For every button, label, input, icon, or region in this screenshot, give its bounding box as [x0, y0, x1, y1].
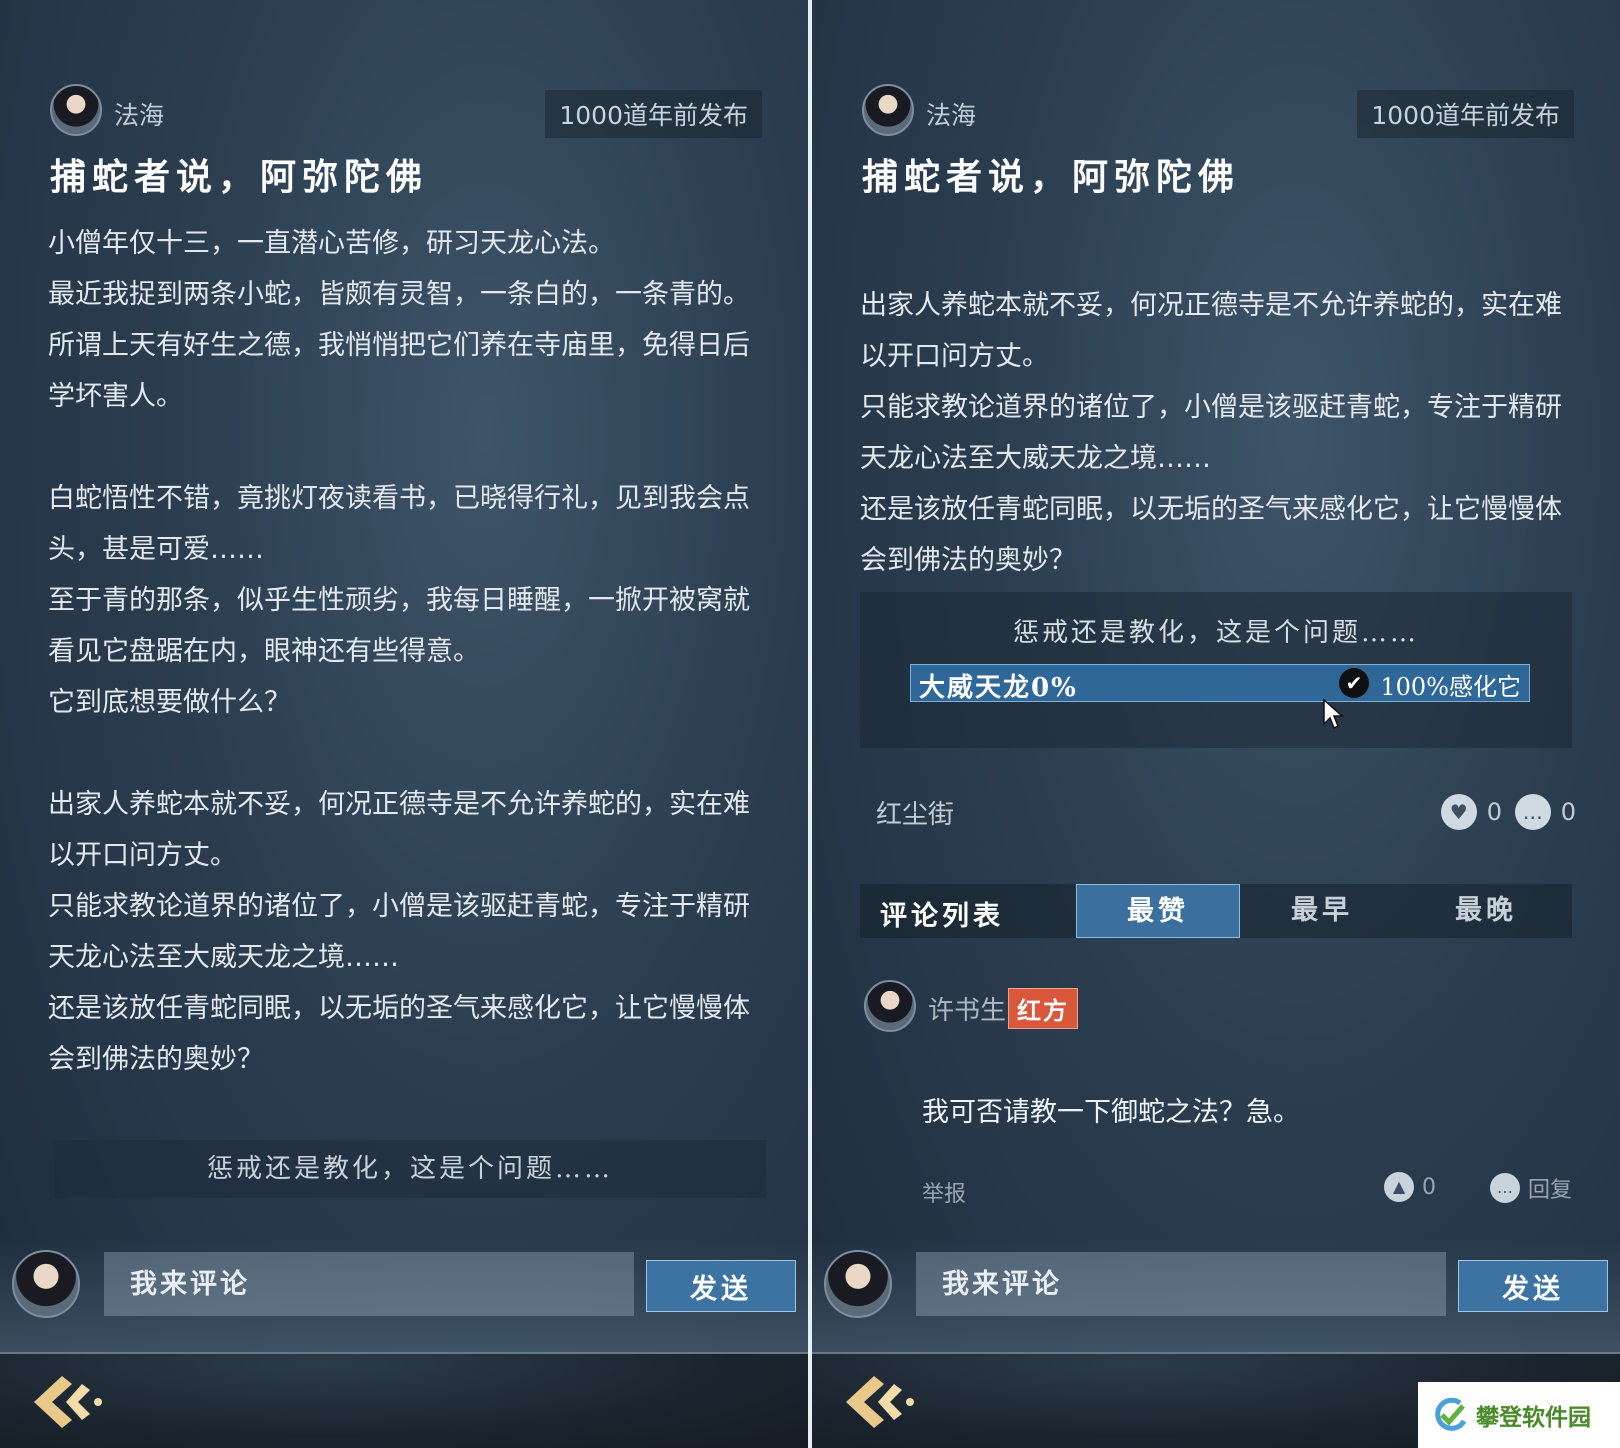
author-avatar[interactable]: [50, 84, 102, 136]
comment-tabs: 评论列表 最赞 最早 最晚: [860, 884, 1572, 938]
tab-most-liked[interactable]: 最赞: [1076, 884, 1240, 938]
comment-composer: 发送: [0, 1240, 808, 1352]
comment-stat[interactable]: … 0: [1514, 790, 1576, 834]
post-panel-left: 法海 1000道年前发布 捕蛇者说，阿弥陀佛 小僧年仅十三，一直潜心苦修，研习天…: [0, 0, 808, 1448]
commenter-avatar[interactable]: [864, 980, 916, 1032]
poll-option-a[interactable]: 大威天龙0%: [919, 667, 1078, 704]
thumb-icon[interactable]: ▲: [1384, 1172, 1414, 1202]
like-count: 0: [1486, 798, 1502, 826]
bottom-nav: [0, 1352, 808, 1448]
tab-latest[interactable]: 最晚: [1404, 884, 1568, 938]
tab-earliest[interactable]: 最早: [1240, 884, 1404, 938]
watermark-logo-icon: [1435, 1397, 1467, 1431]
comment-list-heading: 评论列表: [880, 901, 1004, 932]
send-button[interactable]: 发送: [1458, 1260, 1608, 1312]
watermark-text: 攀登软件园: [1476, 1405, 1591, 1431]
post-author-row: 法海 1000道年前发布: [862, 84, 1574, 140]
comment-actions: 举报 ▲ 0 … 回复: [922, 1172, 1572, 1208]
comment-reply[interactable]: … 回复: [1489, 1172, 1572, 1204]
team-badge: 红方: [1008, 988, 1078, 1029]
poll-question-collapsed[interactable]: 惩戒还是教化，这是个问题……: [54, 1140, 766, 1198]
back-arrow-icon[interactable]: [840, 1370, 920, 1434]
user-avatar: [12, 1250, 80, 1318]
like-stat[interactable]: ♥ 0: [1440, 790, 1502, 834]
author-name[interactable]: 法海: [926, 96, 976, 132]
post-body: 出家人养蛇本就不妥，何况正德寺是不允许养蛇的，实在难以开口问方丈。 只能求教论道界…: [860, 280, 1572, 586]
comment-bubble-icon[interactable]: …: [1514, 794, 1551, 830]
post-paragraph: 至于青的那条，似乎生性顽劣，我每日睡醒，一掀开被窝就看见它盘踞在内，眼神还有些得…: [48, 585, 750, 667]
comment-input[interactable]: [916, 1252, 1446, 1316]
comment-like[interactable]: ▲ 0: [1384, 1172, 1436, 1202]
comment-count: 0: [1560, 798, 1576, 826]
post-paragraph: 还是该放任青蛇同眠，以无垢的圣气来感化它，让它慢慢体会到佛法的奥妙？: [860, 494, 1562, 576]
post-timestamp: 1000道年前发布: [1357, 90, 1574, 138]
post-paragraph: 只能求教论道界的诸位了，小僧是该驱赶青蛇，专注于精研天龙心法至大威天龙之境……: [860, 392, 1562, 474]
reply-bubble-icon[interactable]: …: [1489, 1173, 1520, 1203]
back-arrow-icon[interactable]: [28, 1370, 108, 1434]
comment-input[interactable]: [104, 1252, 634, 1316]
author-avatar[interactable]: [862, 84, 914, 136]
comment-composer: 发送: [812, 1240, 1620, 1352]
post-paragraph: 最近我捉到两条小蛇，皆颇有灵智，一条白的，一条青的。: [48, 279, 750, 310]
topic-row: 红尘街 ♥ 0 … 0: [864, 790, 1576, 834]
post-paragraph: 还是该放任青蛇同眠，以无垢的圣气来感化它，让它慢慢体会到佛法的奥妙？: [48, 993, 750, 1075]
post-paragraph: 出家人养蛇本就不妥，何况正德寺是不允许养蛇的，实在难以开口问方丈。: [860, 290, 1562, 372]
post-paragraph: 它到底想要做什么？: [48, 687, 291, 718]
post-title: 捕蛇者说，阿弥陀佛: [862, 156, 1241, 198]
author-name[interactable]: 法海: [114, 96, 164, 132]
comment-like-count: 0: [1422, 1174, 1436, 1200]
comment-author-row: 许书生 红方: [864, 980, 1264, 1034]
send-button[interactable]: 发送: [646, 1260, 796, 1312]
user-avatar: [824, 1250, 892, 1318]
post-author-row: 法海 1000道年前发布: [50, 84, 762, 140]
post-paragraph: 只能求教论道界的诸位了，小僧是该驱赶青蛇，专注于精研天龙心法至大威天龙之境……: [48, 891, 750, 973]
watermark: 攀登软件园: [1418, 1382, 1620, 1448]
comment-text: 我可否请教一下御蛇之法？急。: [922, 1097, 1300, 1128]
poll-result-bar[interactable]: 大威天龙0% ✔ 100%感化它: [910, 664, 1530, 704]
post-body: 小僧年仅十三，一直潜心苦修，研习天龙心法。最近我捉到两条小蛇，皆颇有灵智，一条白…: [48, 218, 760, 1085]
commenter-name[interactable]: 许书生: [928, 990, 1006, 1027]
post-timestamp: 1000道年前发布: [545, 90, 762, 138]
post-panel-right: 法海 1000道年前发布 捕蛇者说，阿弥陀佛 出家人养蛇本就不妥，何况正德寺是不…: [812, 0, 1620, 1448]
post-paragraph: 白蛇悟性不错，竟挑灯夜读看书，已晓得行礼，见到我会点头，甚是可爱……: [48, 483, 750, 565]
topic-label[interactable]: 红尘街: [876, 794, 954, 831]
poll: 惩戒还是教化，这是个问题…… 大威天龙0% ✔ 100%感化它: [860, 592, 1572, 748]
report-link[interactable]: 举报: [922, 1176, 966, 1208]
post-paragraph: 小僧年仅十三，一直潜心苦修，研习天龙心法。: [48, 228, 615, 259]
post-paragraph: 所谓上天有好生之德，我悄悄把它们养在寺庙里，免得日后学坏害人。: [48, 330, 750, 412]
checkmark-icon: ✔: [1339, 668, 1369, 698]
cursor-icon: [1323, 698, 1344, 730]
reply-label[interactable]: 回复: [1528, 1172, 1572, 1204]
poll-option-b[interactable]: 100%感化它: [1380, 667, 1521, 702]
poll-question: 惩戒还是教化，这是个问题……: [1012, 618, 1419, 648]
post-paragraph: 出家人养蛇本就不妥，何况正德寺是不允许养蛇的，实在难以开口问方丈。: [48, 789, 750, 871]
heart-icon[interactable]: ♥: [1440, 794, 1477, 830]
post-title: 捕蛇者说，阿弥陀佛: [50, 156, 429, 198]
